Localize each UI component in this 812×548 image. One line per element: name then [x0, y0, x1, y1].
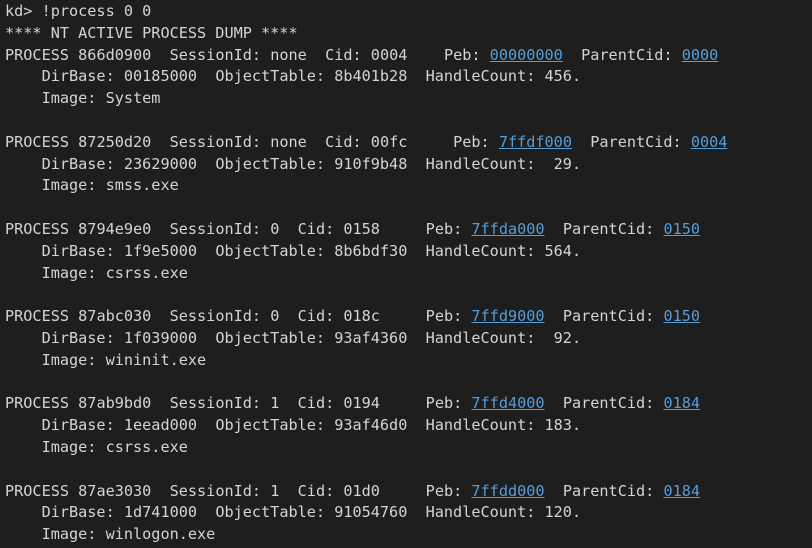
handle-count: 456. — [544, 67, 582, 86]
dir-base: 1f039000 — [123, 328, 198, 347]
image-name: csrss.exe — [105, 437, 188, 456]
process-entry: PROCESS 866d0900 SessionId: none Cid: 00… — [5, 45, 812, 132]
process-header-line: PROCESS 87250d20 SessionId: none Cid: 00… — [5, 132, 728, 151]
process-address: 87250d20 — [78, 132, 152, 151]
process-details-line: DirBase: 00185000 ObjectTable: 8b401b28 … — [5, 67, 582, 86]
peb-link[interactable]: 00000000 — [490, 46, 563, 64]
handle-count: 183. — [544, 416, 582, 435]
parent-cid-link[interactable]: 0000 — [682, 46, 719, 64]
process-entry: PROCESS 8794e9e0 SessionId: 0 Cid: 0158 … — [5, 219, 812, 306]
process-header-line: PROCESS 87ab9bd0 SessionId: 1 Cid: 0194 … — [5, 394, 701, 413]
session-id: none — [270, 45, 307, 64]
parent-cid-link[interactable]: 0184 — [663, 482, 700, 500]
process-address: 87ae3030 — [78, 481, 152, 500]
peb-link[interactable]: 7ffd9000 — [471, 307, 544, 325]
process-header-line: PROCESS 87abc030 SessionId: 0 Cid: 018c … — [5, 307, 701, 326]
handle-count: 564. — [544, 241, 582, 260]
process-details-line: DirBase: 1eead000 ObjectTable: 93af46d0 … — [5, 416, 582, 435]
peb-link[interactable]: 7ffda000 — [471, 220, 544, 238]
session-id: none — [270, 132, 307, 151]
process-address: 8794e9e0 — [78, 219, 152, 238]
command-line: kd> !process 0 0 — [5, 2, 152, 20]
image-name: winlogon.exe — [105, 525, 216, 544]
process-address: 87ab9bd0 — [78, 394, 152, 413]
handle-count: 92. — [553, 328, 582, 347]
object-table: 91054760 — [334, 503, 408, 522]
image-name: smss.exe — [105, 176, 179, 195]
image-name: csrss.exe — [105, 263, 188, 282]
image-name: wininit.exe — [105, 350, 207, 369]
session-id: 1 — [270, 481, 280, 500]
process-address: 87abc030 — [78, 307, 152, 326]
process-image-line: Image: csrss.exe — [5, 437, 188, 456]
process-details-line: DirBase: 1d741000 ObjectTable: 91054760 … — [5, 503, 582, 522]
peb-link[interactable]: 7ffdf000 — [499, 133, 572, 151]
peb-link[interactable]: 7ffdd000 — [471, 482, 544, 500]
dump-banner: **** NT ACTIVE PROCESS DUMP **** — [5, 23, 298, 42]
process-header-line: PROCESS 8794e9e0 SessionId: 0 Cid: 0158 … — [5, 219, 701, 238]
dir-base: 1d741000 — [123, 503, 198, 522]
object-table: 8b6bdf30 — [334, 241, 408, 260]
process-entry: PROCESS 87ab9bd0 SessionId: 1 Cid: 0194 … — [5, 393, 812, 480]
process-image-line: Image: winlogon.exe — [5, 525, 216, 544]
process-header-line: PROCESS 866d0900 SessionId: none Cid: 00… — [5, 45, 719, 64]
parent-cid-link[interactable]: 0150 — [663, 220, 700, 238]
cid-value: 0158 — [343, 219, 380, 238]
dir-base: 1eead000 — [123, 416, 198, 435]
session-id: 0 — [270, 219, 280, 238]
object-table: 8b401b28 — [334, 67, 408, 86]
cid-value: 0194 — [343, 394, 380, 413]
process-image-line: Image: smss.exe — [5, 176, 179, 195]
process-image-line: Image: wininit.exe — [5, 350, 207, 369]
process-entry: PROCESS 87abc030 SessionId: 0 Cid: 018c … — [5, 306, 812, 393]
object-table: 93af46d0 — [334, 416, 408, 435]
parent-cid-link[interactable]: 0150 — [663, 307, 700, 325]
cid-value: 0004 — [370, 45, 408, 64]
dir-base: 23629000 — [123, 154, 198, 173]
handle-count: 120. — [544, 503, 582, 522]
process-header-line: PROCESS 87ae3030 SessionId: 1 Cid: 01d0 … — [5, 481, 701, 500]
process-details-line: DirBase: 1f9e5000 ObjectTable: 8b6bdf30 … — [5, 241, 582, 260]
handle-count: 29. — [553, 154, 582, 173]
parent-cid-link[interactable]: 0184 — [663, 394, 700, 412]
peb-link[interactable]: 7ffd4000 — [471, 394, 544, 412]
cid-value: 01d0 — [343, 481, 380, 500]
dir-base: 1f9e5000 — [123, 241, 198, 260]
image-name: System — [105, 89, 161, 108]
object-table: 910f9b48 — [334, 154, 408, 173]
process-image-line: Image: csrss.exe — [5, 263, 188, 282]
debugger-console: kd> !process 0 0 **** NT ACTIVE PROCESS D… — [0, 0, 812, 548]
process-entry: PROCESS 87ae3030 SessionId: 1 Cid: 01d0 … — [5, 481, 812, 546]
process-image-line: Image: System — [5, 89, 161, 108]
process-details-line: DirBase: 1f039000 ObjectTable: 93af4360 … — [5, 328, 582, 347]
process-entry: PROCESS 87250d20 SessionId: none Cid: 00… — [5, 132, 812, 219]
process-list: PROCESS 866d0900 SessionId: none Cid: 00… — [5, 45, 812, 546]
session-id: 1 — [270, 394, 280, 413]
cid-value: 00fc — [370, 132, 408, 151]
cid-value: 018c — [343, 307, 380, 326]
process-details-line: DirBase: 23629000 ObjectTable: 910f9b48 … — [5, 154, 582, 173]
object-table: 93af4360 — [334, 328, 408, 347]
session-id: 0 — [270, 307, 280, 326]
process-address: 866d0900 — [78, 45, 152, 64]
parent-cid-link[interactable]: 0004 — [691, 133, 728, 151]
dir-base: 00185000 — [123, 67, 198, 86]
